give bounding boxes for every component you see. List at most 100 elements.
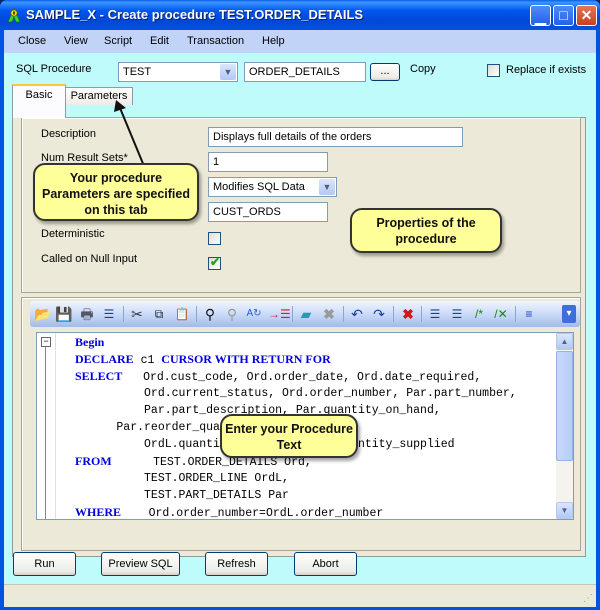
sql-keyword: SELECT [75,369,123,383]
run-button[interactable]: Run [13,552,76,576]
status-bar: ⋰ [4,584,596,607]
toolbar-separator [421,306,422,322]
collapse-icon[interactable]: − [41,337,51,347]
replace-if-exists-label: Replace if exists [506,64,587,76]
callout-parameters-tab: Your procedure Parameters are specified … [33,163,199,221]
print-icon[interactable]: 🖶 [78,305,96,323]
schema-select[interactable]: TEST ▼ [118,62,238,82]
align-left-icon[interactable]: ≡ [520,305,538,323]
scroll-up-icon[interactable]: ▲ [556,333,573,350]
code-line: Ord.current_status, Ord.order_number, Pa… [75,385,517,402]
app-window: SAMPLE_X - Create procedure TEST.ORDER_D… [0,0,600,610]
menu-transaction[interactable]: Transaction [187,35,244,47]
code-line: TEST.ORDER_LINE OrdL, [75,470,289,487]
menu-help[interactable]: Help [262,35,285,47]
sql-data-access-value: Modifies SQL Data [213,181,305,193]
indent-icon[interactable]: ☰ [426,305,444,323]
find-next-icon[interactable]: ⚲ [223,305,241,323]
browse-button[interactable]: ... [370,63,400,81]
code-text: TEST.ORDER_LINE OrdL, [75,472,289,485]
uncomment-icon[interactable]: /✕ [492,305,510,323]
deterministic-checkbox[interactable] [208,232,221,245]
called-on-null-checkbox[interactable]: ✔ [208,255,221,270]
redo-icon[interactable]: ↷ [370,305,388,323]
description-input[interactable]: Displays full details of the orders [208,127,463,147]
code-text: c1 [133,354,162,367]
chevron-down-icon[interactable]: ▼ [319,179,335,195]
description-value: Displays full details of the orders [213,131,372,143]
callout-procedure-text: Enter your Procedure Text [220,414,358,458]
code-line: WHERE Ord.order_number=OrdL.order_number [75,504,383,519]
toolbar-separator [343,306,344,322]
maximize-icon: □ [559,7,568,23]
eraser-icon[interactable]: ▰ [297,305,315,323]
specific-name-input[interactable]: CUST_ORDS [208,202,328,222]
deterministic-label: Deterministic [41,228,105,240]
clear-icon[interactable]: ✖ [399,305,417,323]
abort-button[interactable]: Abort [294,552,357,576]
checkmark-icon: ✔ [210,255,221,269]
preview-sql-button[interactable]: Preview SQL [101,552,180,576]
specific-name-value: CUST_ORDS [213,206,281,218]
menu-bar: Close View Script Edit Transaction Help [4,30,596,53]
procedure-name-input[interactable]: ORDER_DETAILS [244,62,366,82]
close-button[interactable]: ✕ [576,5,597,26]
refresh-button[interactable]: Refresh [205,552,268,576]
toolbar-overflow-icon[interactable]: ▾ [562,305,576,323]
toolbar-separator [515,306,516,322]
find-icon[interactable]: ⚲ [201,305,219,323]
callout-arrow [114,100,145,167]
save-icon[interactable]: 💾 [55,305,73,323]
sql-keyword: DECLARE [75,352,134,366]
code-line: DECLARE c1 CURSOR WITH RETURN FOR [75,351,331,368]
title-bar[interactable]: SAMPLE_X - Create procedure TEST.ORDER_D… [0,0,600,30]
menu-edit[interactable]: Edit [150,35,169,47]
menu-close[interactable]: Close [18,35,46,47]
window-title: SAMPLE_X - Create procedure TEST.ORDER_D… [26,7,364,22]
goto-line-icon[interactable]: →☰ [268,305,291,323]
num-result-sets-input[interactable]: 1 [208,152,328,172]
comment-icon[interactable]: /* [470,305,488,323]
menu-view[interactable]: View [64,35,88,47]
code-line: Begin [75,334,104,351]
editor-toolbar: 📂 💾 🖶 ☰ ✂ ⧉ 📋 ⚲ ⚲ A↻ →☰ ▰ ✖ ↶ ↷ ✖ ☰ ☰ /* [30,301,580,327]
code-line: SELECT Ord.cust_code, Ord.order_date, Or… [75,368,481,385]
scroll-thumb[interactable] [556,351,573,461]
menu-script[interactable]: Script [104,35,132,47]
cut-icon[interactable]: ✂ [128,305,146,323]
num-result-sets-value: 1 [213,156,220,168]
code-text: Ord.current_status, Ord.order_number, Pa… [75,387,517,400]
delete-icon[interactable]: ✖ [320,305,338,323]
paste-icon[interactable]: 📋 [173,305,191,323]
minimize-button[interactable]: ▁ [530,5,551,26]
sql-data-access-select[interactable]: Modifies SQL Data ▼ [208,177,337,197]
schema-value: TEST [123,66,152,78]
client-area: Close View Script Edit Transaction Help … [4,30,596,607]
chevron-down-icon[interactable]: ▼ [220,64,236,80]
replace-icon[interactable]: A↻ [245,305,263,323]
code-text: TEST.PART_DETAILS Par [75,489,289,502]
resize-grip-icon[interactable]: ⋰ [583,593,593,604]
outdent-icon[interactable]: ☰ [448,305,466,323]
sql-keyword: WHERE [75,505,122,519]
copy-label[interactable]: Copy [410,63,436,75]
copy-icon[interactable]: ⧉ [150,305,168,323]
undo-icon[interactable]: ↶ [348,305,366,323]
procedure-name-value: ORDER_DETAILS [249,66,340,78]
sql-keyword: Begin [75,335,105,349]
toolbar-separator [393,306,394,322]
open-folder-icon[interactable]: 📂 [34,305,52,323]
code-text: Ord.cust_code, Ord.order_date, Ord.date_… [122,371,482,384]
maximize-button[interactable]: □ [553,5,574,26]
sql-procedure-label: SQL Procedure [16,63,92,75]
replace-if-exists-checkbox[interactable] [487,64,500,77]
called-on-null-label: Called on Null Input [41,253,138,265]
toolbar-separator [292,306,293,322]
description-label: Description [41,128,97,140]
numbered-list-icon[interactable]: ☰ [100,305,118,323]
vertical-scrollbar[interactable]: ▲ ▼ [556,333,573,519]
app-icon [7,7,21,23]
scroll-down-icon[interactable]: ▼ [556,502,573,519]
tab-basic[interactable]: Basic [12,84,66,118]
minimize-icon: ▁ [535,9,546,25]
